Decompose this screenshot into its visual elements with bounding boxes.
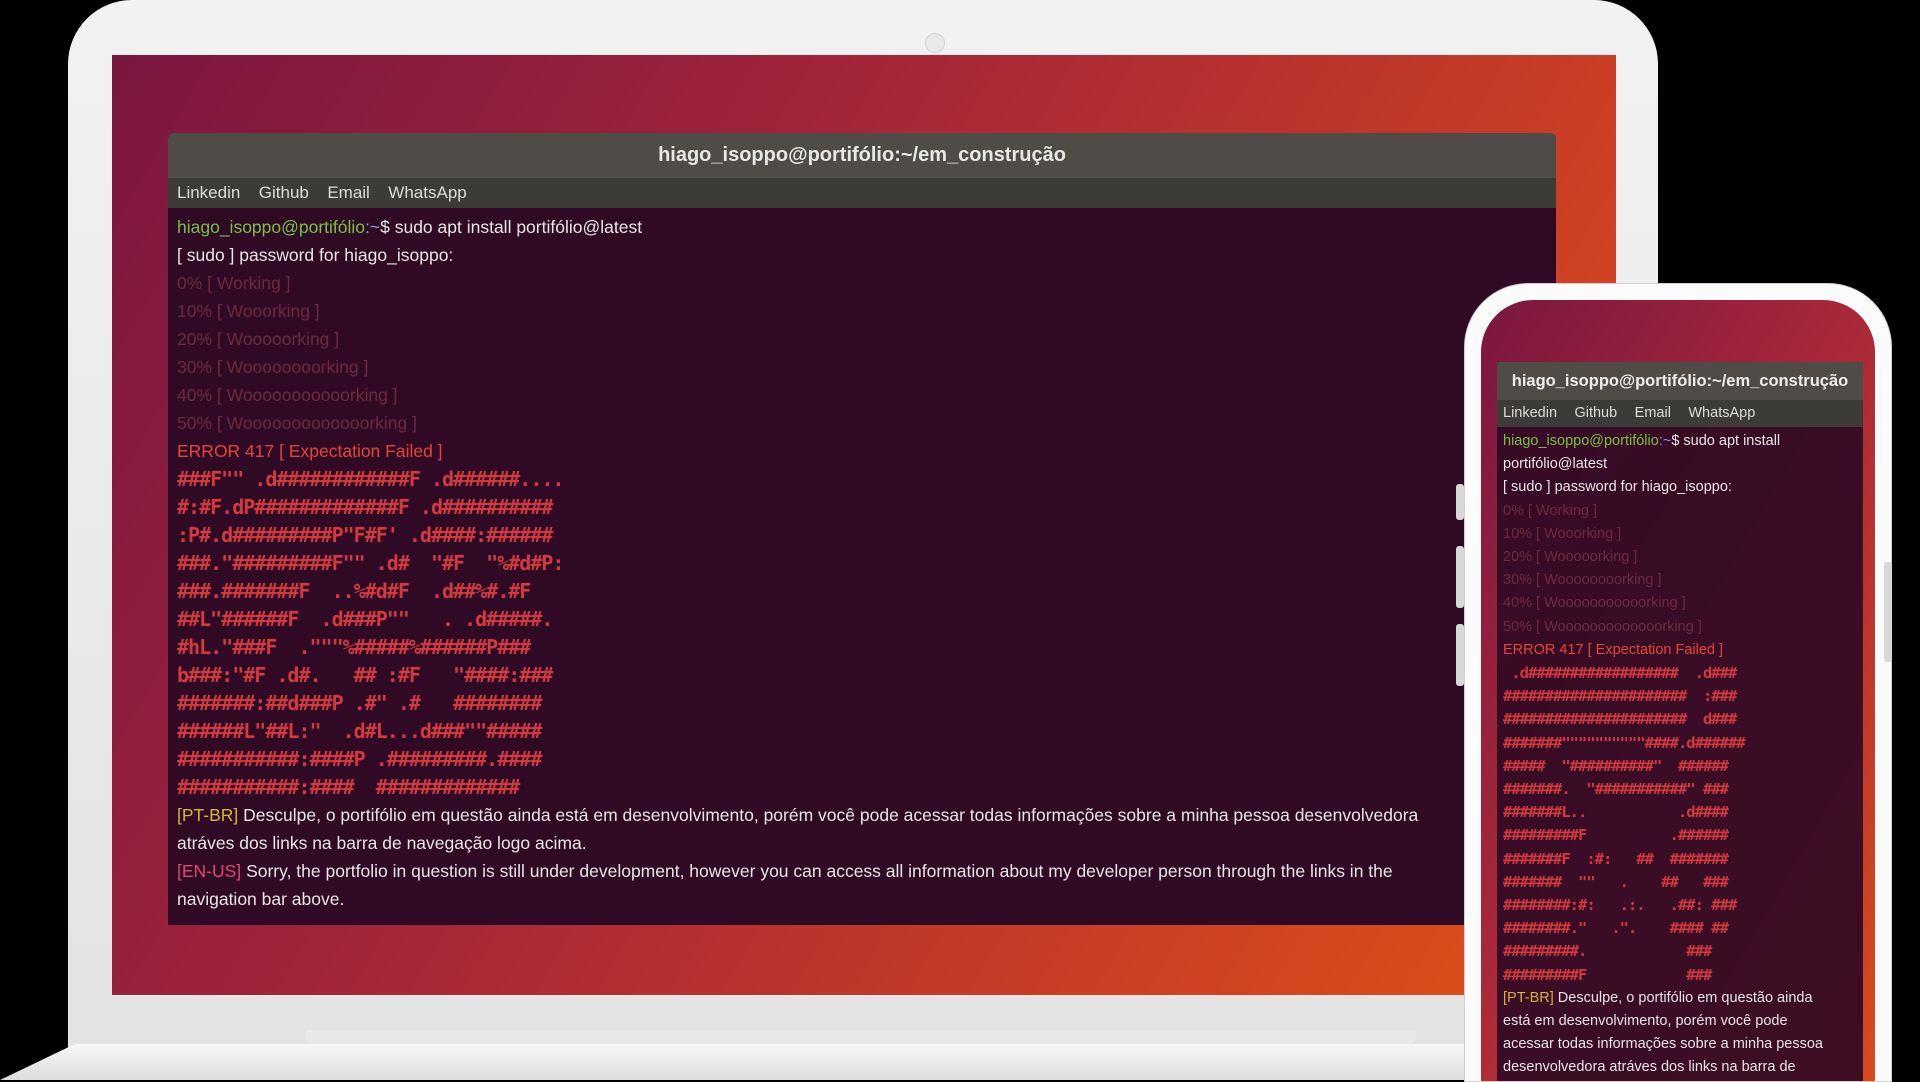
nav-link-github[interactable]: Github [259, 178, 309, 208]
terminal-title: hiago_isoppo@portifólio:~/em_construção [168, 133, 1556, 178]
phone-message-br-text-4: desenvolvedora atráves dos links na barr… [1503, 1059, 1796, 1076]
ascii-art: ###F"" .d############F .d######.... #:#F… [177, 467, 564, 799]
progress-line: 10% [ Wooorking ] [177, 301, 320, 321]
message-br: [PT-BR] Desculpe, o portifólio em questã… [177, 801, 1547, 829]
tag-en-us: [EN-US] [177, 861, 242, 881]
prompt-command: sudo apt install [1679, 433, 1781, 449]
tag-pt-br: [PT-BR] [177, 805, 239, 825]
nav-link-whatsapp[interactable]: WhatsApp [388, 178, 466, 208]
progress-line: 40% [ Wooooooooooorking ] [177, 385, 398, 405]
camera-icon [925, 33, 945, 53]
phone-terminal-title: hiago_isoppo@portifólio:~/em_construção [1497, 362, 1863, 400]
prompt-user: hiago_isoppo@portifólio [177, 217, 366, 237]
phone-progress-line: 50% [ Wooooooooooooorking ] [1503, 618, 1702, 635]
phone-button [1456, 546, 1464, 608]
phone-terminal-nav: Linkedin Github Email WhatsApp [1497, 400, 1863, 427]
phone-frame: hiago_isoppo@portifólio:~/em_construção … [1456, 283, 1892, 1082]
phone-prompt-command-2: portifólio@latest [1503, 456, 1608, 473]
prompt-path: :~ [365, 217, 381, 237]
progress-line: 20% [ Wooooorking ] [177, 329, 340, 349]
tag-pt-br: [PT-BR] [1503, 989, 1554, 1006]
terminal-window: hiago_isoppo@portifólio:~/em_construção … [168, 133, 1556, 925]
phone-progress-line: 30% [ Woooooooorking ] [1503, 572, 1662, 589]
phone-prompt-line: hiago_isoppo@portifólio:~$ sudo apt inst… [1503, 430, 1857, 453]
phone-screen: hiago_isoppo@portifólio:~/em_construção … [1481, 300, 1875, 1081]
terminal-nav: Linkedin Github Email WhatsApp [168, 178, 1556, 208]
message-us: [EN-US] Sorry, the portfolio in question… [177, 857, 1547, 885]
message-us-text-2: navigation bar above. [177, 889, 345, 909]
nav-link-linkedin[interactable]: Linkedin [177, 178, 240, 208]
phone-nav-link-email[interactable]: Email [1635, 400, 1671, 427]
prompt-symbol: $ [380, 217, 390, 237]
prompt-user: hiago_isoppo@portifólio [1503, 433, 1659, 449]
progress-line: 50% [ Wooooooooooooorking ] [177, 413, 417, 433]
prompt-line: hiago_isoppo@portifólio:~$ sudo apt inst… [177, 213, 1547, 241]
message-br-text-2: atráves dos links na barra de navegação … [177, 833, 587, 853]
laptop-base-groove [306, 1030, 1416, 1046]
phone-button [1884, 562, 1892, 662]
phone-progress-line: 40% [ Wooooooooooorking ] [1503, 595, 1686, 612]
error-line: ERROR 417 [ Expectation Failed ] [177, 441, 443, 461]
phone-message-br-text: Desculpe, o portifólio em questão ainda [1557, 989, 1813, 1006]
laptop-screen: hiago_isoppo@portifólio:~/em_construção … [112, 55, 1616, 995]
phone-nav-link-linkedin[interactable]: Linkedin [1503, 400, 1557, 427]
nav-link-email[interactable]: Email [327, 178, 370, 208]
phone-error-line: ERROR 417 [ Expectation Failed ] [1503, 641, 1724, 658]
phone-message-br-text-2: está em desenvolvimento, porém você pode [1503, 1013, 1788, 1030]
message-br-text: Desculpe, o portifólio em questão ainda … [243, 805, 1419, 825]
phone-nav-link-github[interactable]: Github [1574, 400, 1617, 427]
phone-progress-line: 20% [ Wooooorking ] [1503, 549, 1638, 566]
phone-progress-line: 0% [ Working ] [1503, 502, 1598, 519]
terminal-body: hiago_isoppo@portifólio:~$ sudo apt inst… [168, 208, 1556, 918]
phone-button [1456, 484, 1464, 520]
prompt-path: :~ [1658, 433, 1672, 449]
progress-line: 0% [ Working ] [177, 273, 291, 293]
laptop-base [0, 1044, 1500, 1080]
prompt-command: sudo apt install portifólio@latest [389, 217, 643, 237]
phone-terminal-window: hiago_isoppo@portifólio:~/em_construção … [1497, 362, 1863, 1081]
phone-message-br: [PT-BR] Desculpe, o portifólio em questã… [1503, 987, 1857, 1010]
phone-terminal-body: hiago_isoppo@portifólio:~$ sudo apt inst… [1497, 427, 1863, 1081]
phone-sudo-line: [ sudo ] password for hiago_isoppo: [1503, 479, 1732, 496]
progress-line: 30% [ Woooooooorking ] [177, 357, 369, 377]
message-us-text: Sorry, the portfolio in question is stil… [246, 861, 1393, 881]
phone-progress-line: 10% [ Wooorking ] [1503, 525, 1622, 542]
phone-message-br-text-3: acessar todas informações sobre a minha … [1503, 1036, 1823, 1053]
sudo-line: [ sudo ] password for hiago_isoppo: [177, 245, 454, 265]
phone-ascii-art: .d################## .d### #############… [1503, 664, 1746, 984]
phone-nav-link-whatsapp[interactable]: WhatsApp [1688, 400, 1755, 427]
phone-button [1456, 624, 1464, 686]
